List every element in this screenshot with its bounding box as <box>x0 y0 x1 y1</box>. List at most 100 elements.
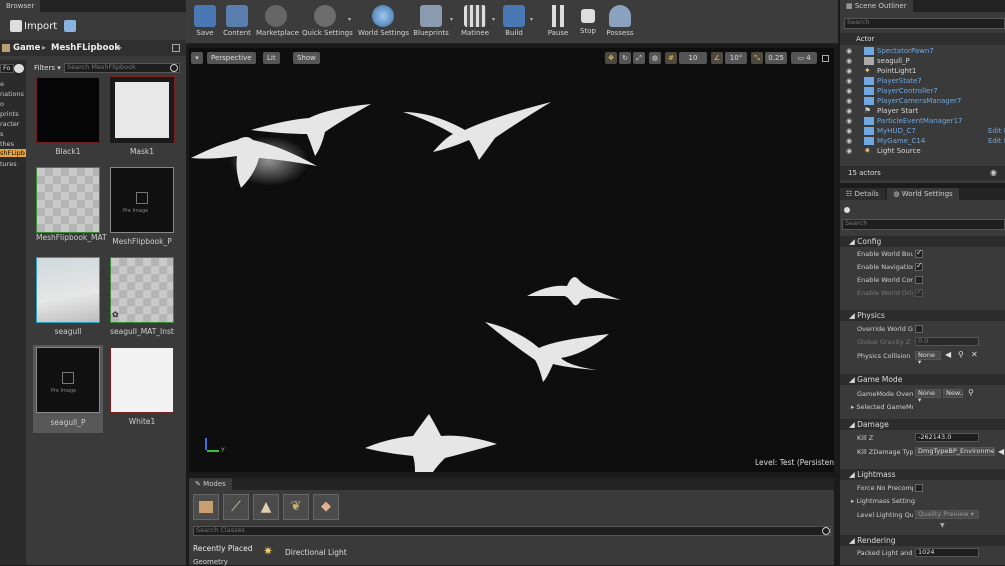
view-options-eye-icon[interactable]: ◉ <box>990 168 997 177</box>
breadcrumb-meshflipbook[interactable]: MeshFLipbook <box>51 43 120 53</box>
tree-item[interactable]: prints <box>0 110 26 118</box>
use-selected-arrow-icon[interactable]: ◀ <box>945 350 951 359</box>
visibility-eye-icon[interactable]: ◉ <box>846 86 852 96</box>
damage-type-dropdown[interactable]: DmgTypeBP_Environme ▾ <box>915 447 995 456</box>
outliner-row[interactable]: ◉ ParticleEventManager17 <box>840 116 1005 126</box>
asset-thumbnail-seagull-mat-inst[interactable]: ✿ <box>110 257 174 323</box>
outliner-row[interactable]: ◉ PlayerCameraManager7 <box>840 96 1005 106</box>
use-selected-arrow-icon[interactable]: ◀ <box>998 447 1004 456</box>
level-viewport[interactable]: ▾ Perspective Lit Show ✥ ↻ ⤢ ◍ # 10 ∠ 10… <box>189 48 834 472</box>
asset-search-input[interactable]: Search MeshFlipbook <box>64 63 180 73</box>
matinee-button[interactable]: Matinee <box>458 2 492 42</box>
outliner-row[interactable]: ◉ MyHUD_C7 Edit M <box>840 126 1005 136</box>
browse-search-icon[interactable]: ⚲ <box>968 388 974 397</box>
pause-button[interactable]: Pause <box>544 2 572 42</box>
stop-button[interactable]: Stop <box>574 2 602 42</box>
place-mode-icon[interactable] <box>193 494 219 520</box>
visibility-eye-icon[interactable]: ◉ <box>846 136 852 146</box>
section-rendering[interactable]: ◢ Rendering <box>840 535 1005 546</box>
placeable-directional-light[interactable]: Directional Light <box>285 548 347 557</box>
tree-item-selected[interactable]: shFLipb <box>0 149 26 157</box>
asset-thumbnail-mask1[interactable] <box>109 76 175 144</box>
paint-mode-icon[interactable]: ⟋ <box>223 494 249 520</box>
modes-tab[interactable]: ✎ Modes <box>189 478 232 490</box>
outliner-row[interactable]: ◉ seagull_P <box>840 56 1005 66</box>
outliner-row[interactable]: ◉ ✦ PointLight1 <box>840 66 1005 76</box>
breadcrumb-game[interactable]: Game <box>13 43 40 53</box>
tree-item[interactable]: o <box>0 100 26 108</box>
gamemode-override-dropdown[interactable]: None ▾ <box>915 389 941 404</box>
chevron-down-icon[interactable]: ▾ <box>450 16 453 23</box>
asset-thumbnail-meshflipbook-mat[interactable] <box>36 167 100 233</box>
breadcrumb-chevron-icon[interactable]: ▸ <box>118 43 122 52</box>
save-all-icon[interactable] <box>64 20 76 32</box>
chevron-down-icon[interactable]: ▾ <box>348 16 351 23</box>
checkbox-enable-world-origin[interactable]: ✓ <box>915 287 923 297</box>
tree-item[interactable]: tures <box>0 160 26 168</box>
tree-search-input[interactable]: Fo <box>0 64 14 73</box>
browse-search-icon[interactable]: ⚲ <box>958 350 964 359</box>
advanced-expand-chevron-icon[interactable]: ▼ <box>940 522 945 529</box>
property-matrix-icon[interactable] <box>844 207 850 213</box>
tree-item[interactable]: s <box>0 130 26 138</box>
visibility-eye-icon[interactable]: ◉ <box>846 46 852 56</box>
outliner-row[interactable]: ◉ PlayerState7 <box>840 76 1005 86</box>
filters-button[interactable]: Filters ▾ <box>34 64 61 72</box>
checkbox-enable-navigation[interactable]: ✓ <box>915 261 923 271</box>
world-settings-button[interactable]: World Settings <box>358 2 409 42</box>
edit-blueprint-link[interactable]: Edit M <box>988 126 1005 136</box>
kill-z-input[interactable]: -262143.0 <box>915 433 979 442</box>
build-button[interactable]: Build <box>500 2 528 42</box>
tree-item[interactable]: thes <box>0 140 26 148</box>
new-gamemode-button[interactable]: New.. <box>943 389 964 398</box>
visibility-eye-icon[interactable]: ◉ <box>846 146 852 156</box>
outliner-row[interactable]: ◉ SpectatorPawn7 <box>840 46 1005 56</box>
checkbox-enable-world-comp[interactable] <box>915 276 923 284</box>
content-browser-tab[interactable]: Browser <box>0 0 41 12</box>
lighting-quality-dropdown[interactable]: Quality Preview ▾ <box>915 510 979 519</box>
outliner-row[interactable]: ◉ ⚑ Player Start <box>840 106 1005 116</box>
outliner-row[interactable]: ◉ MyGame_C14 Edit M <box>840 136 1005 146</box>
edit-blueprint-link[interactable]: Edit M <box>988 136 1005 146</box>
content-button[interactable]: Content <box>222 2 252 42</box>
asset-thumbnail-black1[interactable] <box>36 77 100 143</box>
landscape-mode-icon[interactable]: ▲ <box>253 494 279 520</box>
visibility-eye-icon[interactable]: ◉ <box>846 56 852 66</box>
world-settings-tab[interactable]: ◍ World Settings <box>887 188 959 200</box>
section-config[interactable]: ◢ Config <box>840 236 1005 247</box>
tree-item[interactable]: e <box>0 80 26 88</box>
global-gravity-z-input[interactable]: 0.0 <box>915 337 979 346</box>
outliner-search-input[interactable]: Search <box>844 18 1005 29</box>
blueprints-button[interactable]: Blueprints <box>412 2 450 42</box>
checkbox-enable-world-bounds[interactable]: ✓ <box>915 248 923 258</box>
outliner-row[interactable]: ◉ ✷ Light Source <box>840 146 1005 156</box>
clear-x-icon[interactable]: ✕ <box>971 350 978 359</box>
search-classes-input[interactable]: Search Classes <box>193 526 831 536</box>
asset-thumbnail-seagull[interactable] <box>36 257 100 323</box>
outliner-tab[interactable]: ▦ Scene Outliner <box>840 0 913 12</box>
visibility-eye-icon[interactable]: ◉ <box>846 96 852 106</box>
save-button[interactable]: Save <box>190 2 220 42</box>
visibility-eye-icon[interactable]: ◉ <box>846 116 852 126</box>
lock-icon[interactable] <box>172 44 180 52</box>
section-game-mode[interactable]: ◢ Game Mode <box>840 374 1005 385</box>
marketplace-button[interactable]: Marketplace <box>256 2 299 42</box>
asset-search-icon[interactable] <box>170 64 178 72</box>
checkbox-override-world-gravity[interactable] <box>915 325 923 333</box>
quick-settings-button[interactable]: Quick Settings <box>302 2 353 42</box>
foliage-mode-icon[interactable]: ❦ <box>283 494 309 520</box>
section-physics[interactable]: ◢ Physics <box>840 310 1005 321</box>
visibility-eye-icon[interactable]: ◉ <box>846 126 852 136</box>
details-tab[interactable]: ☷ Details <box>840 188 885 200</box>
geometry-mode-icon[interactable]: ◆ <box>313 494 339 520</box>
search-icon[interactable] <box>822 527 830 535</box>
tree-search-icon[interactable] <box>14 64 24 73</box>
asset-thumbnail-meshflipbook-p[interactable]: Pre Image <box>110 167 174 233</box>
asset-thumbnail-seagull-p[interactable]: Pre Image <box>36 347 100 413</box>
details-search-input[interactable]: Search <box>842 219 1005 230</box>
prop-selected-gamemode[interactable]: ▸ Selected GameMo <box>851 403 913 411</box>
outliner-row[interactable]: ◉ PlayerController7 <box>840 86 1005 96</box>
visibility-eye-icon[interactable]: ◉ <box>846 76 852 86</box>
section-lightmass[interactable]: ◢ Lightmass <box>840 469 1005 480</box>
chevron-down-icon[interactable]: ▾ <box>492 16 495 23</box>
